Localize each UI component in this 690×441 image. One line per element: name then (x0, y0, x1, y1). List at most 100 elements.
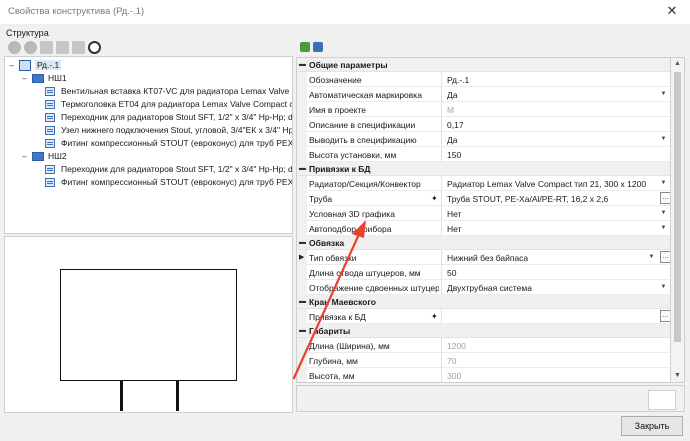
row-gutter (297, 309, 307, 324)
element-icon (45, 139, 55, 148)
tree-item[interactable]: Фитинг компрессионный STOUT (евроконус) … (5, 176, 292, 189)
category-row[interactable]: ▬ Обвязка (297, 236, 670, 250)
move-up-icon[interactable] (40, 41, 53, 54)
property-row[interactable]: Длина (Ширина), мм 1200 (297, 338, 670, 353)
tree-item[interactable]: Узел нижнего подключения Stout, угловой,… (5, 124, 292, 137)
dropdown-arrow-icon[interactable]: ▼ (647, 252, 656, 262)
property-row[interactable]: Высота, мм 300 (297, 368, 670, 382)
construct-icon (19, 60, 31, 71)
move-down-icon[interactable] (56, 41, 69, 54)
collapse-icon[interactable]: ▬ (298, 60, 307, 69)
property-row[interactable]: Длина отвода штуцеров, мм 50 (297, 265, 670, 280)
property-value[interactable]: Нет (447, 209, 657, 219)
property-row[interactable]: Глубина, мм 70 (297, 353, 670, 368)
property-name: Автоматическая маркировка (309, 90, 422, 100)
property-name: Обозначение (309, 75, 362, 85)
group-icon (32, 74, 44, 83)
tree-item[interactable]: – НШ1 (5, 72, 292, 85)
category-row[interactable]: ▬ Габариты (297, 324, 670, 338)
collapse-toggle-icon[interactable]: – (20, 152, 29, 161)
dropdown-arrow-icon[interactable]: ▼ (659, 282, 668, 292)
category-row[interactable]: ▬ Общие параметры (297, 58, 670, 72)
scroll-thumb[interactable] (674, 72, 681, 342)
dropdown-arrow-icon[interactable]: ▼ (659, 178, 668, 188)
tree-item[interactable]: – НШ2 (5, 150, 292, 163)
category-row[interactable]: ▬ Кран Маевского (297, 295, 670, 309)
browse-button[interactable]: … (660, 192, 670, 204)
property-row[interactable]: Радиатор/Секция/Конвектор Радиатор Lemax … (297, 176, 670, 191)
property-value[interactable]: Труба STOUT, PE-Xa/Al/PE-RT, 16,2 x 2,6 (447, 194, 657, 204)
row-gutter (297, 132, 307, 147)
properties-toolbar (296, 40, 685, 56)
property-value[interactable]: Да (447, 135, 657, 145)
eye-icon[interactable] (88, 41, 101, 54)
property-row[interactable]: Имя в проекте М (297, 102, 670, 117)
db-link-icon: ✦ (431, 312, 438, 321)
property-row[interactable]: Отображение сдвоенных штуцеров Двухтрубна… (297, 280, 670, 295)
property-name: Имя в проекте (309, 105, 366, 115)
category-row[interactable]: ▬ Привязки к БД (297, 162, 670, 176)
property-value[interactable]: Да (447, 90, 657, 100)
collapse-icon[interactable]: ▬ (298, 326, 307, 335)
property-value[interactable]: Рд.-.1 (447, 75, 657, 85)
property-value: М (447, 105, 455, 115)
edit-icon[interactable] (72, 41, 85, 54)
tree-item-label: Рд.-.1 (35, 60, 62, 70)
tree-item-label: Фитинг компрессионный STOUT (евроконус) … (61, 138, 293, 148)
dropdown-arrow-icon[interactable]: ▼ (659, 89, 668, 99)
scroll-up-icon[interactable]: ▲ (671, 58, 684, 70)
property-name: Выводить в спецификацию (309, 135, 417, 145)
property-name: Длина (Ширина), мм (309, 341, 390, 351)
window-title: Свойства конструктива (Рд.-.1) (8, 6, 145, 17)
collapse-toggle-icon[interactable]: – (7, 61, 16, 70)
browse-button[interactable]: … (660, 310, 670, 322)
clear-icon[interactable] (24, 41, 37, 54)
tree-item[interactable]: Фитинг компрессионный STOUT (евроконус) … (5, 137, 293, 150)
property-value[interactable]: Нижний без байпаса (447, 253, 657, 263)
scroll-down-icon[interactable]: ▼ (671, 370, 684, 382)
categorize-icon[interactable] (300, 42, 310, 52)
close-button[interactable]: Закрыть (621, 416, 683, 436)
property-row[interactable]: Обозначение Рд.-.1 (297, 72, 670, 87)
property-row[interactable]: Описание в спецификации 0,17 (297, 117, 670, 132)
tree-item[interactable]: Вентильная вставка КТ07-VC для радиатора… (5, 85, 292, 98)
property-row[interactable]: Труба ✦ Труба STOUT, PE-Xa/Al/PE-RT, 16,2 … (297, 191, 670, 206)
tree-item[interactable]: Переходник для радиаторов Stout SFT, 1/2… (5, 111, 292, 124)
collapse-icon[interactable]: ▬ (298, 238, 307, 247)
property-row[interactable]: Выводить в спецификацию Да ▼ (297, 132, 670, 147)
browse-button[interactable]: … (660, 251, 670, 263)
tree-item[interactable]: Термоголовка ЕТ04 для радиатора Lemax Va… (5, 98, 292, 111)
property-value[interactable]: 0,17 (447, 120, 657, 130)
property-value[interactable]: 50 (447, 268, 657, 278)
property-value[interactable]: Нет (447, 224, 657, 234)
dropdown-arrow-icon[interactable]: ▼ (659, 223, 668, 233)
dropdown-arrow-icon[interactable]: ▼ (659, 208, 668, 218)
row-gutter (297, 368, 307, 382)
row-gutter (297, 191, 307, 206)
remove-icon[interactable] (8, 41, 21, 54)
collapse-toggle-icon[interactable]: – (20, 74, 29, 83)
tree-item[interactable]: – Рд.-.1 (5, 59, 292, 72)
property-name: Тип обвязки (309, 253, 357, 263)
property-row[interactable]: Условная 3D графика Нет ▼ (297, 206, 670, 221)
property-row[interactable]: Автоматическая маркировка Да ▼ (297, 87, 670, 102)
property-name: Условная 3D графика (309, 209, 395, 219)
property-value[interactable]: Радиатор Lemax Valve Compact тип 21, 300… (447, 179, 657, 189)
property-row[interactable]: Привязка к БД ✦… (297, 309, 670, 324)
row-gutter (297, 206, 307, 221)
collapse-icon[interactable]: ▬ (298, 297, 307, 306)
property-row[interactable]: Автоподбор прибора Нет ▼ (297, 221, 670, 236)
property-value: 300 (447, 371, 462, 381)
sort-icon[interactable] (313, 42, 323, 52)
property-value[interactable]: 150 (447, 150, 657, 160)
dropdown-arrow-icon[interactable]: ▼ (659, 134, 668, 144)
close-icon[interactable]: ✕ (664, 3, 680, 19)
property-row[interactable]: Высота установки, мм 150 (297, 147, 670, 162)
property-value[interactable]: Двухтрубная система (447, 283, 657, 293)
category-label: Обвязка (309, 238, 345, 248)
collapse-icon[interactable]: ▬ (298, 164, 307, 173)
title-bar: Свойства конструктива (Рд.-.1) ✕ (0, 0, 690, 24)
property-row[interactable]: ▶ Тип обвязки Нижний без байпаса ▼… (297, 250, 670, 265)
grid-scrollbar[interactable]: ▲ ▼ (671, 57, 685, 383)
tree-item[interactable]: Переходник для радиаторов Stout SFT, 1/2… (5, 163, 292, 176)
